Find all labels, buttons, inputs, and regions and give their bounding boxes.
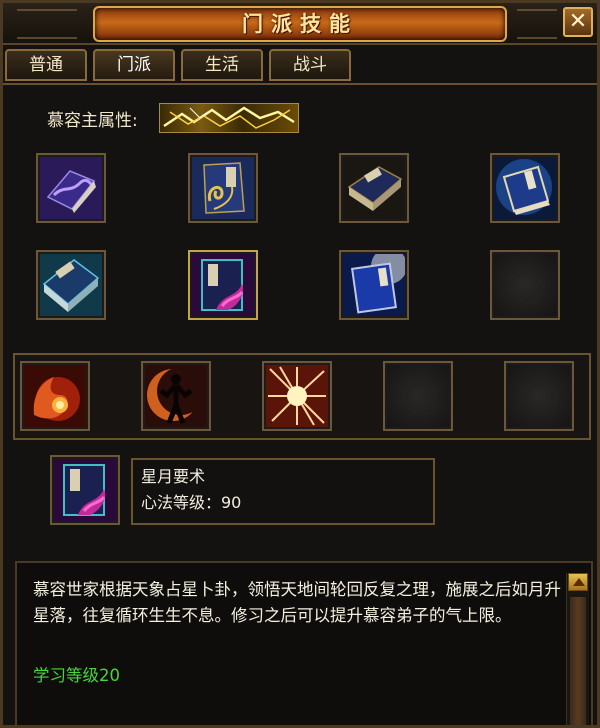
tab-combat[interactable]: 战斗 [269,49,351,81]
glowing-blue-book-icon[interactable] [490,153,560,223]
burst-explosion-icon[interactable] [262,361,332,431]
skill-level: 心法等级：90 [141,493,242,512]
empty-slot-icon [490,250,560,320]
purple-wave-book-icon[interactable] [36,153,106,223]
teal-book-icon[interactable] [36,250,106,320]
tab-normal[interactable]: 普通 [5,49,87,81]
tab-divider [3,83,597,85]
skill-info-box: 星月要术 心法等级：90 [131,458,435,525]
close-button[interactable]: ✕ [563,7,593,37]
description-text: 慕容世家根据天象占星卜卦，领悟天地间轮回反复之理，施展之后如月升星落，往复循环生… [33,580,561,625]
moon-figure-icon[interactable] [141,361,211,431]
scroll-up-arrow-icon[interactable] [568,573,588,591]
empty-slot-icon [504,361,574,431]
selected-skill-icon [50,455,120,525]
skill-window: 门派技能 ✕ 普通 门派 生活 战斗 慕容主属性: 星月要术 心法等级：90 慕… [0,0,600,728]
skill-name: 星月要术 [141,467,206,486]
tab-sect[interactable]: 门派 [93,49,175,81]
description-panel: 慕容世家根据天象占星卜卦，领悟天地间轮回反复之理，施展之后如月升星落，往复循环生… [15,561,593,725]
title-bar: 门派技能 ✕ [3,3,597,45]
window-title: 门派技能 [242,12,358,36]
empty-slot-icon [383,361,453,431]
magenta-book-icon[interactable] [188,250,258,320]
tab-life[interactable]: 生活 [181,49,263,81]
scroll-thumb[interactable] [570,597,586,725]
title-plate: 门派技能 [93,6,507,42]
scrollbar[interactable] [566,573,589,725]
dark-blue-book-icon[interactable] [339,153,409,223]
golden-swirl-book-icon[interactable] [188,153,258,223]
lightning-icon [159,103,299,133]
fire-palm-icon[interactable] [20,361,90,431]
bright-blue-book-icon[interactable] [339,250,409,320]
title-ornament-left [17,9,77,39]
title-ornament-right [517,9,557,39]
learn-requirement: 学习等级20 [33,666,120,685]
attribute-label: 慕容主属性: [47,111,138,131]
